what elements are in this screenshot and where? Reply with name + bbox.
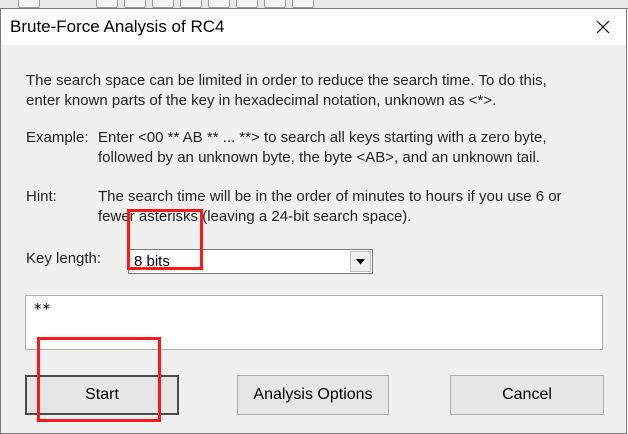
toolbar-button[interactable]	[96, 0, 118, 8]
start-button[interactable]: Start	[25, 375, 179, 415]
example-text-line1: Enter <00 ** AB ** ... **> to search all…	[98, 129, 547, 146]
chevron-down-icon	[356, 258, 365, 264]
key-pattern-value: **	[34, 300, 51, 318]
key-length-dropdown-button[interactable]	[350, 251, 371, 272]
cancel-button[interactable]: Cancel	[450, 375, 604, 415]
screen: Brute-Force Analysis of RC4 The search s…	[0, 0, 628, 434]
analysis-options-button[interactable]: Analysis Options	[237, 375, 389, 415]
dialog-titlebar: Brute-Force Analysis of RC4	[1, 9, 626, 45]
key-length-label: Key length:	[26, 250, 102, 267]
dialog-title: Brute-Force Analysis of RC4	[10, 17, 225, 36]
toolbar-button[interactable]	[180, 0, 202, 8]
toolbar-button[interactable]	[18, 0, 40, 8]
hint-label: Hint:	[26, 188, 57, 205]
example-label: Example:	[26, 129, 89, 146]
hint-text-line1: The search time will be in the order of …	[98, 188, 562, 205]
key-length-value: 8 bits	[134, 253, 170, 270]
toolbar-button[interactable]	[208, 0, 230, 8]
brute-force-dialog: Brute-Force Analysis of RC4 The search s…	[0, 8, 627, 434]
example-text-line2: followed by an unknown byte, the byte <A…	[98, 149, 540, 166]
hint-text-line2: fewer asterisks (leaving a 24-bit search…	[98, 208, 412, 225]
intro-text-line2: enter known parts of the key in hexadeci…	[26, 92, 497, 109]
toolbar-button[interactable]	[292, 0, 314, 8]
key-length-select[interactable]: 8 bits	[128, 249, 373, 274]
toolbar-button[interactable]	[124, 0, 146, 8]
key-pattern-input[interactable]: **	[25, 295, 603, 350]
close-icon	[596, 20, 610, 34]
toolbar-button[interactable]	[264, 0, 286, 8]
toolbar-button[interactable]	[236, 0, 258, 8]
close-button[interactable]	[580, 9, 626, 45]
toolbar-button[interactable]	[152, 0, 174, 8]
intro-text-line1: The search space can be limited in order…	[26, 72, 547, 89]
